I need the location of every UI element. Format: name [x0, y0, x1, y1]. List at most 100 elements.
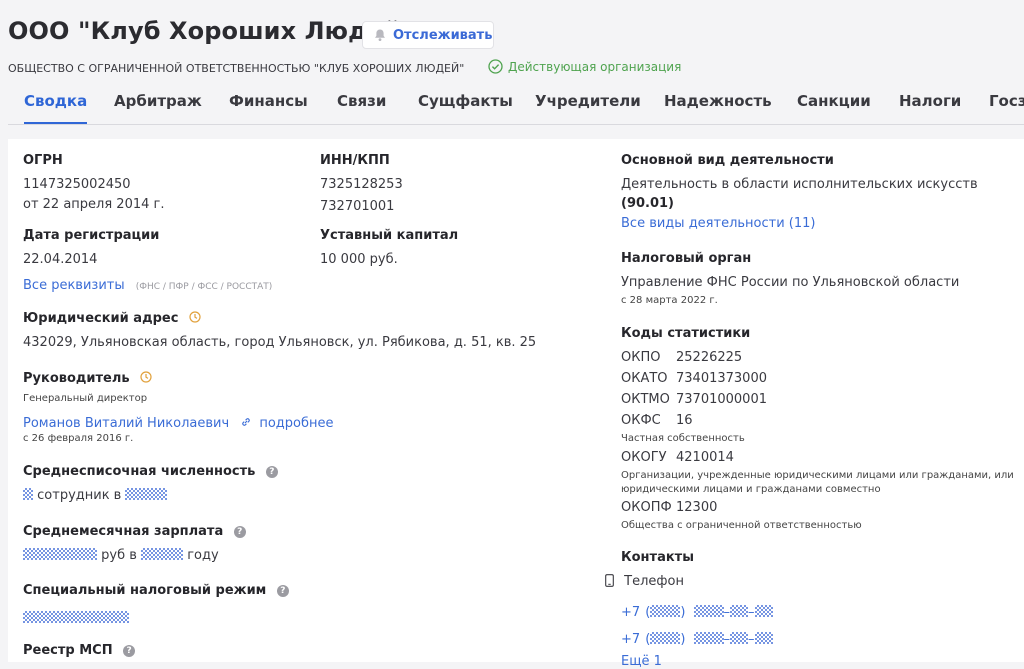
okpo-row: ОКПО 25226225: [621, 350, 742, 365]
reg-date-label: Дата регистрации: [23, 228, 160, 243]
hidden-value[interactable]: [125, 488, 168, 500]
phone-label: Телефон: [624, 574, 684, 589]
oktmo-value: 73701000001: [676, 392, 767, 407]
salary-mid: руб в: [101, 548, 137, 563]
kpp-value: 732701001: [320, 199, 395, 214]
hidden-value[interactable]: [650, 605, 681, 617]
activity-label: Основной вид деятельности: [621, 153, 834, 168]
reg-date-value: 22.04.2014: [23, 252, 98, 267]
ogrn-value: 1147325002450: [23, 177, 131, 192]
salary-label: Среднемесячная зарплата: [23, 524, 224, 539]
hidden-value[interactable]: [754, 632, 773, 644]
tax-office-value: Управление ФНС России по Ульяновской обл…: [621, 275, 960, 290]
status-badge: Действующая организация: [488, 59, 681, 74]
staff-label: Среднесписочная численность: [23, 464, 256, 479]
okogu-key: ОКОГУ: [621, 450, 667, 465]
head-name-link[interactable]: Романов Виталий Николаевич: [23, 416, 229, 431]
head-since: с 26 февраля 2016 г.: [23, 433, 134, 444]
clock-icon[interactable]: [189, 311, 201, 323]
all-requisites-link[interactable]: Все реквизиты: [23, 278, 125, 293]
contacts-label: Контакты: [621, 550, 694, 565]
okfs-key: ОКФС: [621, 413, 661, 428]
salary-value: руб в году: [23, 548, 219, 563]
check-circle-icon: [488, 59, 503, 74]
help-icon[interactable]: ?: [233, 526, 246, 538]
head-label-row: Руководитель: [23, 371, 152, 386]
hidden-value[interactable]: [754, 605, 773, 617]
track-button-label: Отслеживать: [393, 27, 493, 43]
tab-founders[interactable]: Учредители: [535, 82, 641, 122]
requisites-row: Все реквизиты (ФНС / ПФР / ФСС / РОССТАТ…: [23, 274, 272, 293]
head-label: Руководитель: [23, 371, 130, 386]
salary-end: году: [187, 548, 219, 563]
inn-value: 7325128253: [320, 177, 403, 192]
phone-label-row: Телефон: [605, 574, 684, 589]
phone-prefix: +7: [621, 605, 641, 620]
inn-kpp-label: ИНН/КПП: [320, 153, 390, 168]
stats-label: Коды статистики: [621, 326, 751, 341]
tab-sanctions[interactable]: Санкции: [797, 82, 871, 122]
bell-icon: [375, 29, 385, 41]
page-title: ООО "Клуб Хороших Людей": [8, 17, 414, 45]
okopf-key: ОКОПФ: [621, 500, 672, 515]
tab-arbitration[interactable]: Арбитраж: [114, 82, 202, 122]
help-icon[interactable]: ?: [265, 466, 278, 478]
phone-prefix: +7: [621, 632, 641, 647]
hidden-value[interactable]: [730, 605, 749, 617]
okato-row: ОКАТО 73401373000: [621, 371, 767, 386]
tab-procurement[interactable]: Госз: [989, 82, 1024, 122]
tab-summary[interactable]: Сводка: [24, 82, 88, 124]
help-icon[interactable]: ?: [123, 645, 136, 657]
requisites-note: (ФНС / ПФР / ФСС / РОССТАТ): [135, 282, 273, 292]
oktmo-key: ОКТМО: [621, 392, 670, 407]
msp-label-row: Реестр МСП ?: [23, 643, 136, 658]
okopf-desc: Общества с ограниченной ответственностью: [621, 520, 862, 531]
phone-number-1[interactable]: +7 () – –: [621, 601, 773, 620]
tax-regime-label-row: Специальный налоговый режим ?: [23, 583, 289, 598]
okato-value: 73401373000: [676, 371, 767, 386]
address-label: Юридический адрес: [23, 311, 179, 326]
head-more-link[interactable]: подробнее: [259, 416, 333, 431]
tab-reliability[interactable]: Надежность: [664, 82, 772, 122]
hidden-value[interactable]: [23, 611, 129, 623]
okpo-key: ОКПО: [621, 350, 661, 365]
okato-key: ОКАТО: [621, 371, 668, 386]
track-button[interactable]: Отслеживать: [362, 21, 494, 49]
okfs-value: 16: [676, 413, 693, 428]
tab-taxes[interactable]: Налоги: [899, 82, 961, 122]
ogrn-date: от 22 апреля 2014 г.: [23, 197, 165, 212]
oktmo-row: ОКТМО 73701000001: [621, 392, 767, 407]
tax-office-label: Налоговый орган: [621, 251, 752, 266]
tab-material-facts[interactable]: Сущфакты: [418, 82, 513, 122]
hidden-value[interactable]: [730, 632, 749, 644]
ogrn-label: ОГРН: [23, 153, 63, 168]
okpo-value: 25226225: [676, 350, 743, 365]
phone-number-2[interactable]: +7 () – –: [621, 628, 773, 647]
okogu-desc-1: Организации, учрежденные юридическими ли…: [621, 470, 1014, 481]
tax-regime-value: [23, 607, 129, 626]
okfs-row: ОКФС 16: [621, 413, 693, 428]
activity-value: Деятельность в области исполнительских и…: [621, 177, 978, 192]
all-activities-link[interactable]: Все виды деятельности (11): [621, 216, 815, 231]
hidden-value[interactable]: [23, 488, 33, 500]
hidden-value[interactable]: [693, 605, 724, 617]
tab-bar: Сводка Арбитраж Финансы Связи Сущфакты У…: [8, 82, 1024, 125]
activity-code: (90.01): [621, 196, 675, 211]
tab-connections[interactable]: Связи: [337, 82, 386, 122]
hidden-value[interactable]: [23, 548, 97, 560]
help-icon[interactable]: ?: [276, 585, 289, 597]
okopf-value: 12300: [676, 500, 718, 515]
company-header: ООО "Клуб Хороших Людей" Отслеживать ОБЩ…: [0, 0, 1024, 125]
status-text: Действующая организация: [508, 59, 682, 74]
okopf-row: ОКОПФ 12300: [621, 500, 717, 515]
summary-card: ОГРН 1147325002450 от 22 апреля 2014 г. …: [8, 139, 1024, 669]
address-label-row: Юридический адрес: [23, 311, 201, 326]
paren-close: ): [680, 605, 686, 620]
hidden-value[interactable]: [693, 632, 724, 644]
tab-finance[interactable]: Финансы: [229, 82, 308, 122]
hidden-value[interactable]: [141, 548, 184, 560]
hidden-value[interactable]: [650, 632, 681, 644]
okogu-desc-2: юридическими лицами и гражданами совмест…: [621, 484, 881, 495]
clock-icon[interactable]: [140, 371, 152, 383]
okogu-value: 4210014: [676, 450, 734, 465]
